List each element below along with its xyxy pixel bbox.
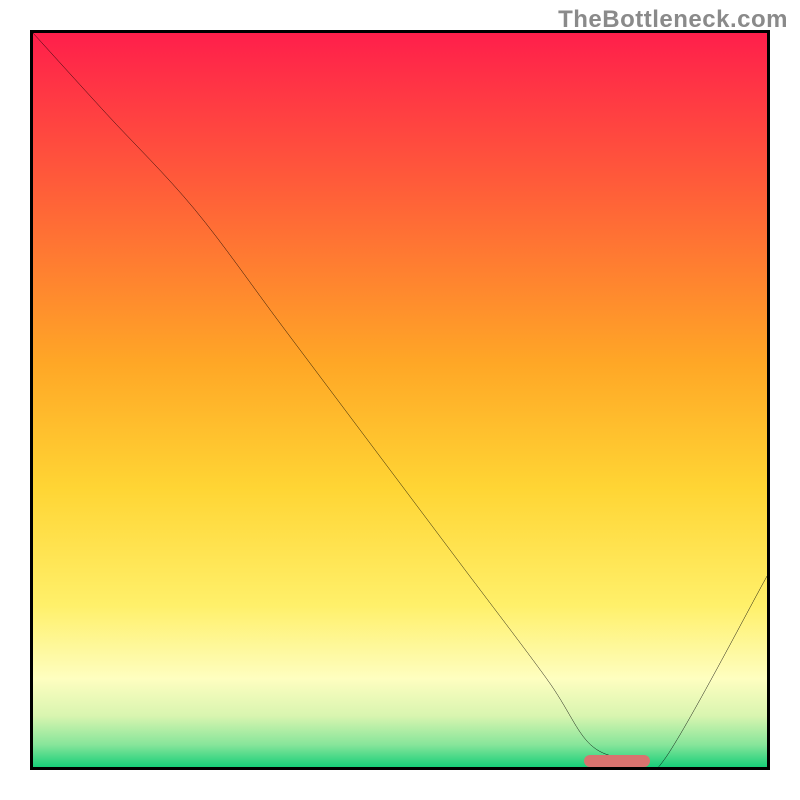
bottleneck-curve (33, 33, 767, 767)
chart-frame: TheBottleneck.com (0, 0, 800, 800)
plot-area (30, 30, 770, 770)
watermark-text: TheBottleneck.com (558, 6, 788, 34)
curve-layer (33, 33, 767, 767)
optimal-range-marker (584, 755, 650, 767)
